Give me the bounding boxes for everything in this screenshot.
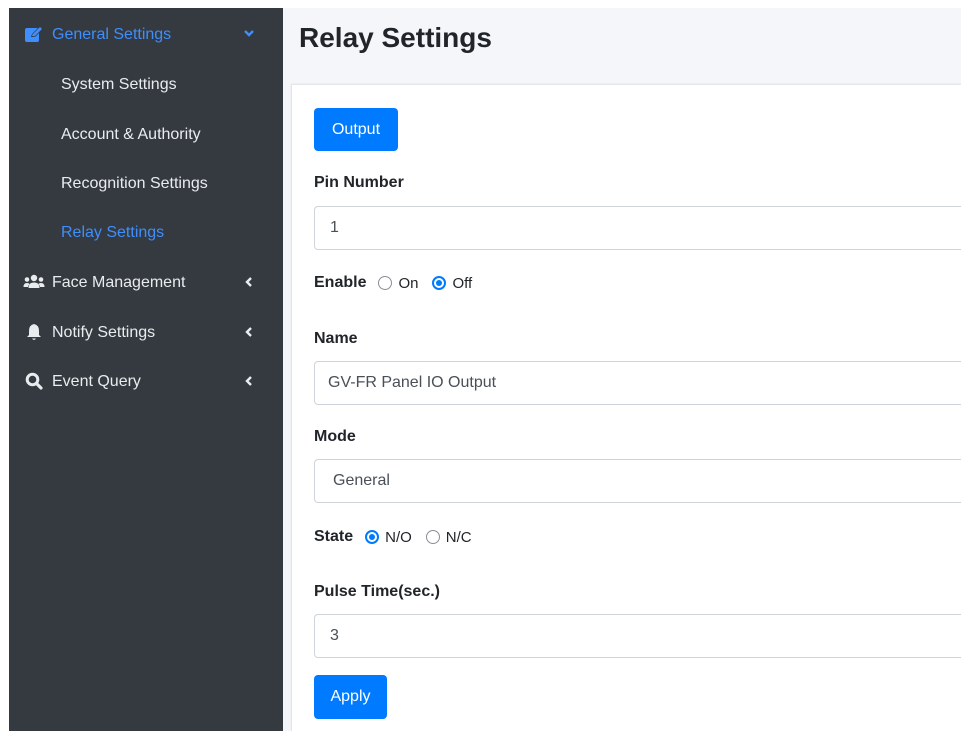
- page-title: Relay Settings: [299, 22, 492, 53]
- enable-off-radio[interactable]: Off: [432, 275, 472, 292]
- pin-number-label: Pin Number: [314, 174, 404, 191]
- nav-face-management[interactable]: Face Management: [9, 260, 283, 304]
- nav-general-settings-label: General Settings: [52, 26, 172, 43]
- mode-label: Mode: [314, 428, 356, 445]
- main-content: Relay Settings Output Pin Number 1 Enabl…: [283, 8, 961, 731]
- radio-checked-icon: [432, 276, 447, 290]
- pin-number-value: 1: [330, 219, 339, 236]
- nav-face-management-label: Face Management: [52, 274, 186, 291]
- state-no-radio[interactable]: N/O: [365, 529, 412, 546]
- nav-event-query[interactable]: Event Query: [9, 359, 283, 403]
- sidebar-item-label: Account & Authority: [61, 126, 201, 143]
- enable-on-radio[interactable]: On: [378, 275, 418, 292]
- pulse-time-input[interactable]: 3: [314, 614, 961, 658]
- pin-number-input[interactable]: 1: [314, 206, 961, 250]
- nav-event-query-label: Event Query: [52, 373, 141, 390]
- state-nc-radio[interactable]: N/C: [425, 529, 472, 546]
- enable-label: Enable: [314, 274, 367, 291]
- radio-unchecked-icon: [425, 530, 440, 544]
- nav-general-settings[interactable]: General Settings: [9, 12, 283, 56]
- edit-icon: [23, 24, 45, 44]
- state-label: State: [314, 528, 354, 545]
- chevron-left-icon: [243, 274, 255, 290]
- mode-value: General: [333, 472, 390, 489]
- name-label: Name: [314, 330, 358, 347]
- apply-button[interactable]: Apply: [314, 675, 387, 719]
- sidebar-item-recognition-settings[interactable]: Recognition Settings: [9, 161, 283, 205]
- sidebar-item-label: Relay Settings: [61, 224, 165, 241]
- sidebar-item-account-authority[interactable]: Account & Authority: [9, 112, 283, 156]
- sidebar-item-relay-settings[interactable]: Relay Settings: [9, 210, 283, 254]
- chevron-left-icon: [243, 373, 255, 389]
- relay-settings-card: Output Pin Number 1 Enable On Off Name G…: [291, 84, 961, 731]
- sidebar: General Settings System Settings Account…: [9, 8, 283, 731]
- left-border: [0, 8, 9, 731]
- radio-unchecked-icon: [378, 276, 393, 290]
- top-border: [0, 0, 961, 8]
- bell-icon: [23, 322, 45, 342]
- sidebar-item-label: System Settings: [61, 76, 177, 93]
- sidebar-item-label: Recognition Settings: [61, 175, 208, 192]
- mode-select[interactable]: General: [314, 459, 961, 503]
- output-button[interactable]: Output: [314, 108, 398, 151]
- state-radio-group: State N/O N/C: [314, 525, 486, 549]
- radio-checked-icon: [365, 530, 380, 544]
- nav-notify-settings[interactable]: Notify Settings: [9, 310, 283, 354]
- nav-notify-settings-label: Notify Settings: [52, 324, 156, 341]
- chevron-down-icon: [243, 26, 255, 42]
- pulse-time-value: 3: [330, 627, 339, 644]
- sidebar-item-system-settings[interactable]: System Settings: [9, 62, 283, 106]
- pulse-time-label: Pulse Time(sec.): [314, 583, 440, 600]
- name-value: GV-FR Panel IO Output: [328, 374, 497, 391]
- enable-radio-group: Enable On Off: [314, 271, 486, 295]
- chevron-left-icon: [243, 324, 255, 340]
- search-icon: [23, 371, 45, 391]
- name-input[interactable]: GV-FR Panel IO Output: [314, 361, 961, 405]
- users-icon: [23, 272, 45, 292]
